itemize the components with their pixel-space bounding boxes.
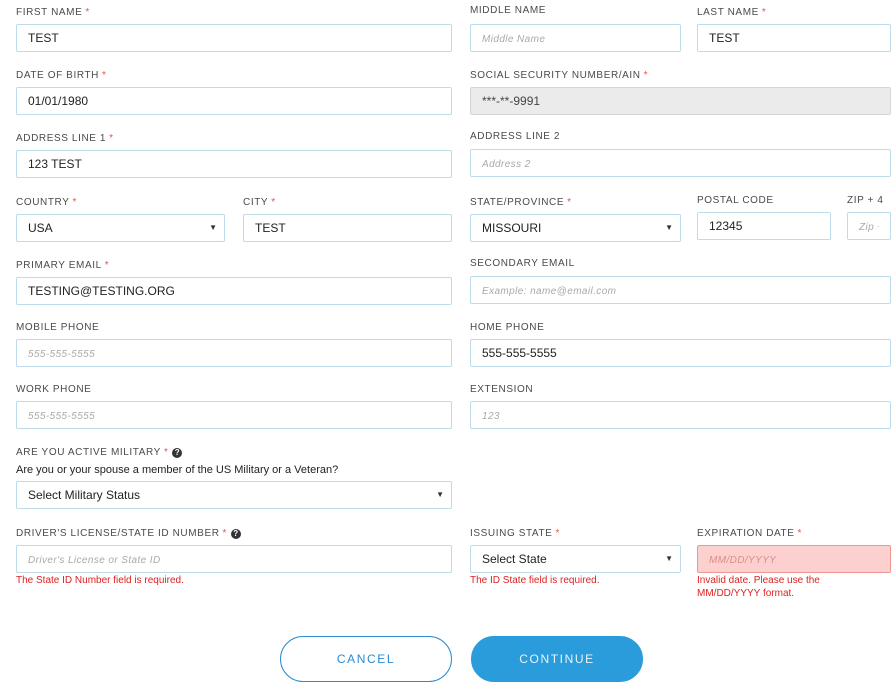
middle-name-input[interactable]: [470, 24, 681, 52]
city-input[interactable]: [243, 214, 452, 242]
expiration-date-label: EXPIRATION DATE *: [697, 528, 803, 539]
dob-input[interactable]: [16, 87, 452, 115]
state-label: STATE/PROVINCE *: [470, 197, 572, 208]
mobile-phone-input[interactable]: [16, 339, 452, 367]
first-name-input[interactable]: [16, 24, 452, 52]
chevron-down-icon: ▼: [665, 554, 673, 563]
dob-label: DATE OF BIRTH *: [16, 70, 107, 81]
expiration-date-input[interactable]: [697, 545, 891, 573]
chevron-down-icon: ▼: [436, 490, 444, 499]
license-input[interactable]: [16, 545, 452, 573]
issuing-state-error: The ID State field is required.: [470, 575, 600, 586]
extension-label: EXTENSION: [470, 384, 534, 395]
postal-code-input[interactable]: [697, 212, 831, 240]
question-circle-icon[interactable]: ?: [231, 529, 242, 539]
last-name-label: LAST NAME *: [697, 7, 767, 18]
zip4-input[interactable]: [847, 212, 891, 240]
military-status-select[interactable]: Select Military Status ▼: [16, 481, 452, 509]
mobile-phone-label: MOBILE PHONE: [16, 322, 100, 333]
home-phone-input[interactable]: [470, 339, 891, 367]
middle-name-label: MIDDLE NAME: [470, 5, 547, 16]
extension-input[interactable]: [470, 401, 891, 429]
issuing-state-label: ISSUING STATE *: [470, 528, 560, 539]
first-name-label: FIRST NAME *: [16, 7, 90, 18]
secondary-email-label: SECONDARY EMAIL: [470, 258, 575, 269]
address2-label: ADDRESS LINE 2: [470, 131, 561, 142]
zip4-label: ZIP + 4: [847, 195, 884, 206]
question-circle-icon[interactable]: ?: [172, 448, 183, 458]
state-select[interactable]: MISSOURI ▼: [470, 214, 681, 242]
chevron-down-icon: ▼: [665, 223, 673, 232]
license-error: The State ID Number field is required.: [16, 575, 184, 586]
address1-label: ADDRESS LINE 1 *: [16, 133, 114, 144]
country-label: COUNTRY *: [16, 197, 77, 208]
address1-input[interactable]: [16, 150, 452, 178]
expiration-date-error-line1: Invalid date. Please use the: [697, 575, 820, 586]
continue-button[interactable]: CONTINUE: [471, 636, 643, 682]
address2-input[interactable]: [470, 149, 891, 177]
primary-email-label: PRIMARY EMAIL *: [16, 260, 110, 271]
ssn-label: SOCIAL SECURITY NUMBER/AIN *: [470, 70, 649, 81]
cancel-button[interactable]: CANCEL: [280, 636, 452, 682]
last-name-input[interactable]: [697, 24, 891, 52]
ssn-input: [470, 87, 891, 115]
work-phone-input[interactable]: [16, 401, 452, 429]
secondary-email-input[interactable]: [470, 276, 891, 304]
license-label: DRIVER'S LICENSE/STATE ID NUMBER *?: [16, 528, 242, 540]
home-phone-label: HOME PHONE: [470, 322, 545, 333]
work-phone-label: WORK PHONE: [16, 384, 92, 395]
postal-code-label: POSTAL CODE: [697, 195, 774, 206]
expiration-date-error-line2: MM/DD/YYYY format.: [697, 588, 795, 599]
city-label: CITY *: [243, 197, 276, 208]
military-question: Are you or your spouse a member of the U…: [16, 464, 339, 476]
primary-email-input[interactable]: [16, 277, 452, 305]
chevron-down-icon: ▼: [209, 223, 217, 232]
country-select[interactable]: USA ▼: [16, 214, 225, 242]
military-label: ARE YOU ACTIVE MILITARY *?: [16, 447, 183, 459]
issuing-state-select[interactable]: Select State ▼: [470, 545, 681, 573]
